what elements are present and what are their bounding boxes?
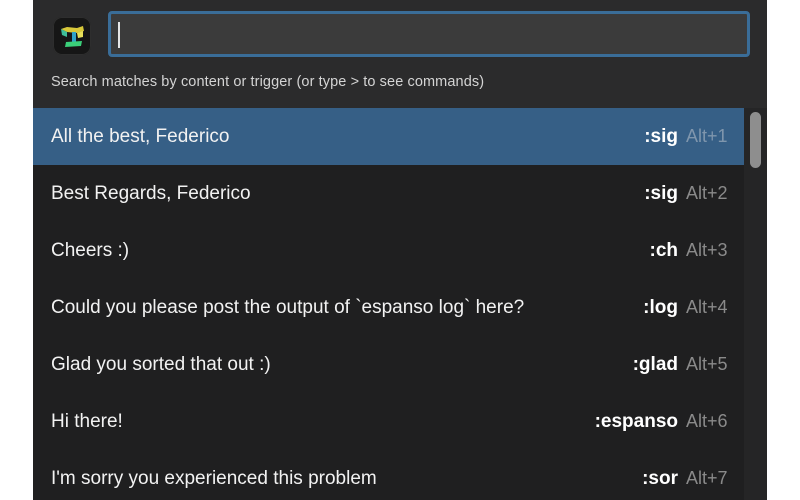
scrollbar-thumb[interactable] (750, 112, 761, 168)
search-hint: Search matches by content or trigger (or… (51, 74, 485, 90)
match-trigger: :log (643, 296, 678, 318)
espanso-logo-icon (53, 17, 91, 55)
search-window: Search matches by content or trigger (or… (33, 0, 767, 500)
match-trigger: :sig (644, 125, 678, 147)
match-label: Could you please post the output of `esp… (51, 296, 525, 318)
match-row[interactable]: Best Regards, Federico :sig Alt+2 (33, 165, 744, 222)
match-row[interactable]: I'm sorry you experienced this problem :s… (33, 450, 744, 500)
match-row[interactable]: Glad you sorted that out :) :glad Alt+5 (33, 336, 744, 393)
match-row[interactable]: Hi there! :espanso Alt+6 (33, 393, 744, 450)
match-row[interactable]: Cheers :) :ch Alt+3 (33, 222, 744, 279)
match-row[interactable]: Could you please post the output of `esp… (33, 279, 744, 336)
match-shortcut: Alt+6 (686, 411, 728, 431)
match-list: All the best, Federico :sig Alt+1 Best Rega… (33, 108, 744, 500)
match-shortcut: Alt+3 (686, 240, 728, 260)
match-label: All the best, Federico (51, 125, 230, 147)
match-label: Cheers :) (51, 239, 130, 261)
match-label: Glad you sorted that out :) (51, 353, 271, 375)
match-shortcut: Alt+2 (686, 183, 728, 203)
match-shortcut: Alt+4 (686, 297, 728, 317)
match-shortcut: Alt+1 (686, 126, 728, 146)
scrollbar[interactable] (744, 108, 767, 500)
match-trigger: :sor (642, 467, 678, 489)
match-label: Hi there! (51, 410, 123, 432)
match-label: I'm sorry you experienced this problem (51, 467, 377, 489)
search-input[interactable] (111, 14, 747, 54)
search-box[interactable] (108, 11, 750, 57)
match-trigger: :glad (632, 353, 678, 375)
match-shortcut: Alt+5 (686, 354, 728, 374)
match-label: Best Regards, Federico (51, 182, 251, 204)
match-trigger: :sig (644, 182, 678, 204)
match-shortcut: Alt+7 (686, 468, 728, 488)
text-caret (118, 22, 120, 48)
match-trigger: :ch (649, 239, 679, 261)
search-header: Search matches by content or trigger (or… (33, 0, 767, 108)
match-trigger: :espanso (594, 410, 678, 432)
match-row[interactable]: All the best, Federico :sig Alt+1 (33, 108, 744, 165)
